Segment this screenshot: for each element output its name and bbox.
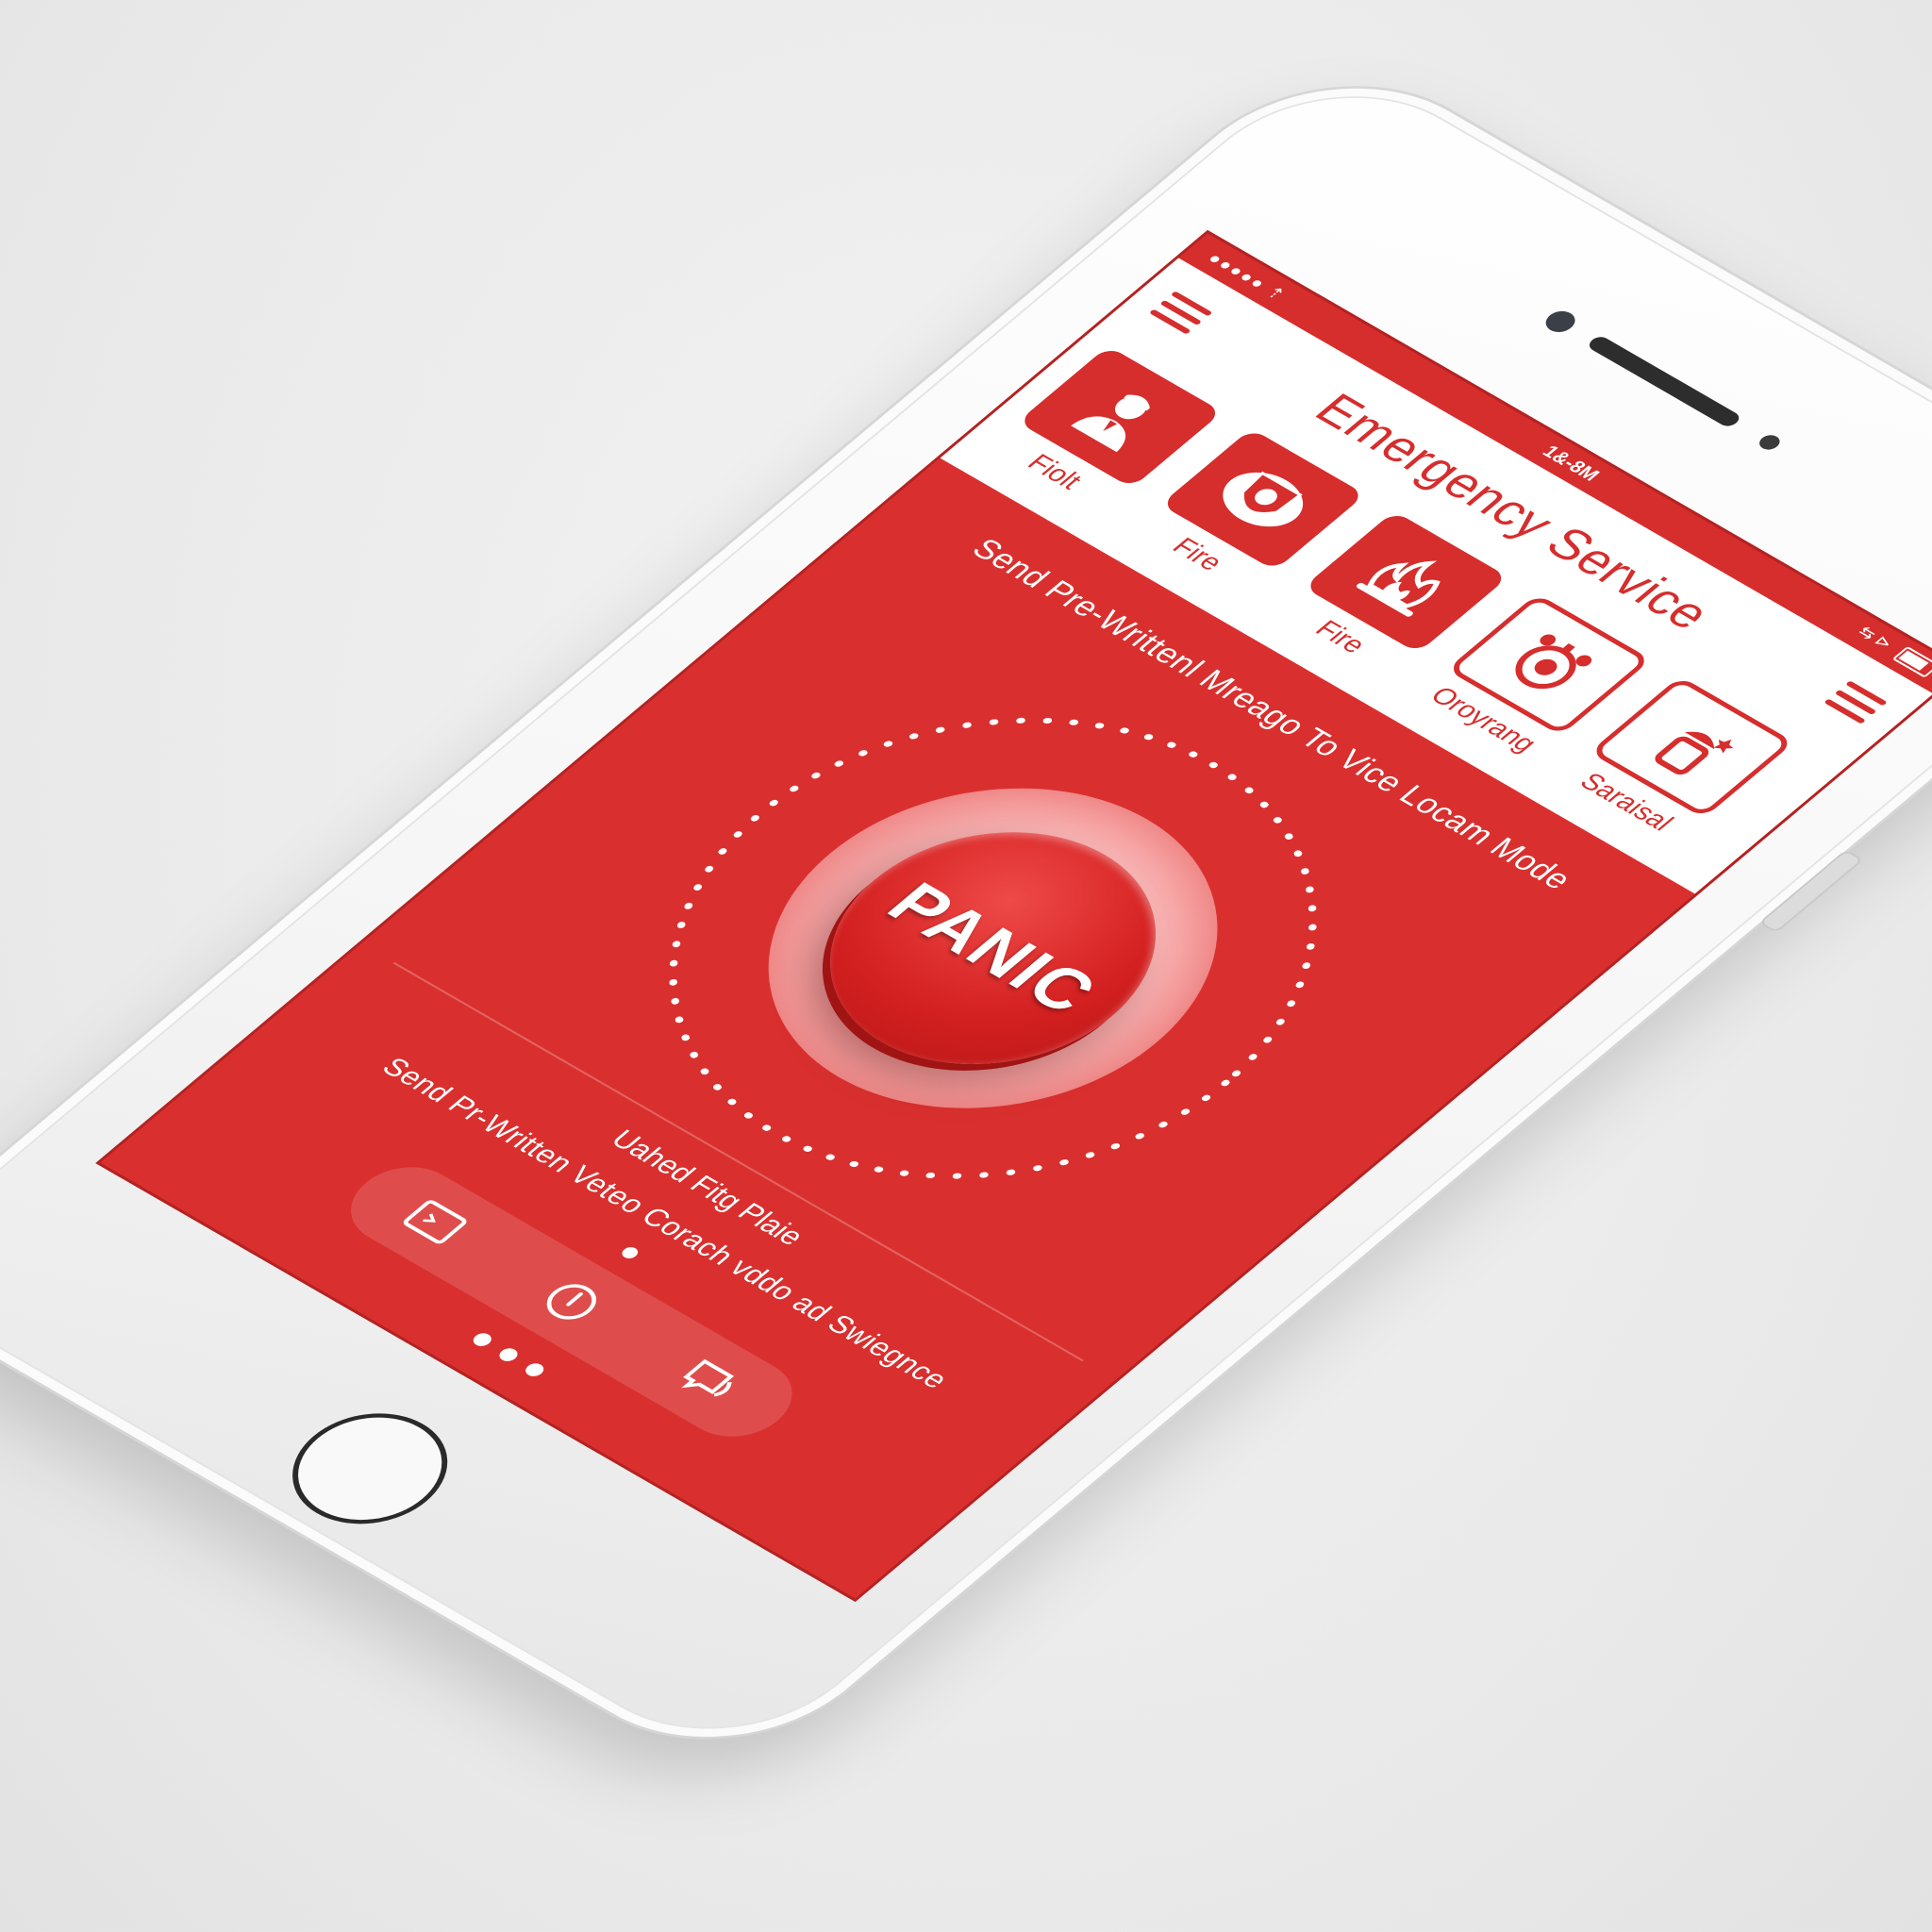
phone: ●●●●● ⇡ 1&-8M ⇆ ⊳ Emergency Service Fiol… [0, 38, 1932, 1823]
panic-zone: PANIC [517, 613, 1469, 1283]
scene: ●●●●● ⇡ 1&-8M ⇆ ⊳ Emergency Service Fiol… [0, 0, 1932, 1932]
power-icon[interactable] [524, 1268, 619, 1335]
page-indicator [619, 1244, 641, 1261]
chat-icon[interactable] [661, 1347, 757, 1414]
message-icon[interactable] [387, 1189, 482, 1256]
